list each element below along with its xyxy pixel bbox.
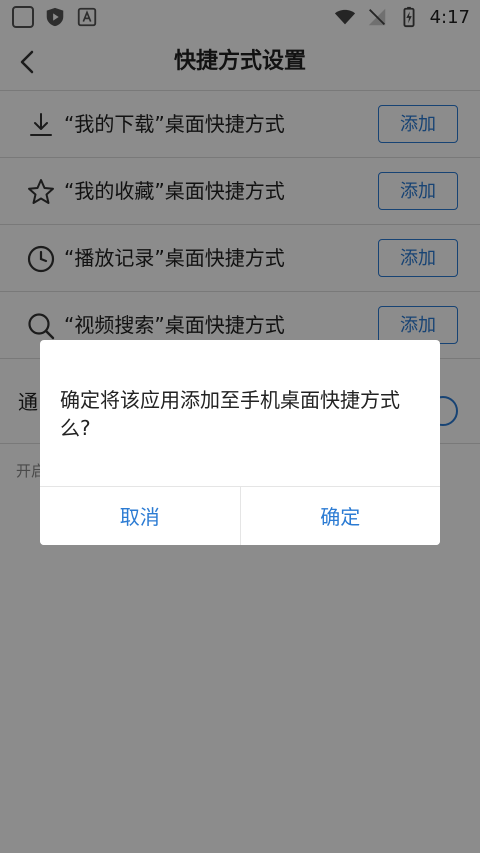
- dialog-message: 确定将该应用添加至手机桌面快捷方式么?: [60, 388, 400, 440]
- cancel-button[interactable]: 取消: [40, 487, 240, 545]
- confirm-dialog: 确定将该应用添加至手机桌面快捷方式么? 取消 确定: [40, 340, 440, 545]
- dialog-actions: 取消 确定: [40, 486, 440, 545]
- confirm-button[interactable]: 确定: [239, 487, 440, 545]
